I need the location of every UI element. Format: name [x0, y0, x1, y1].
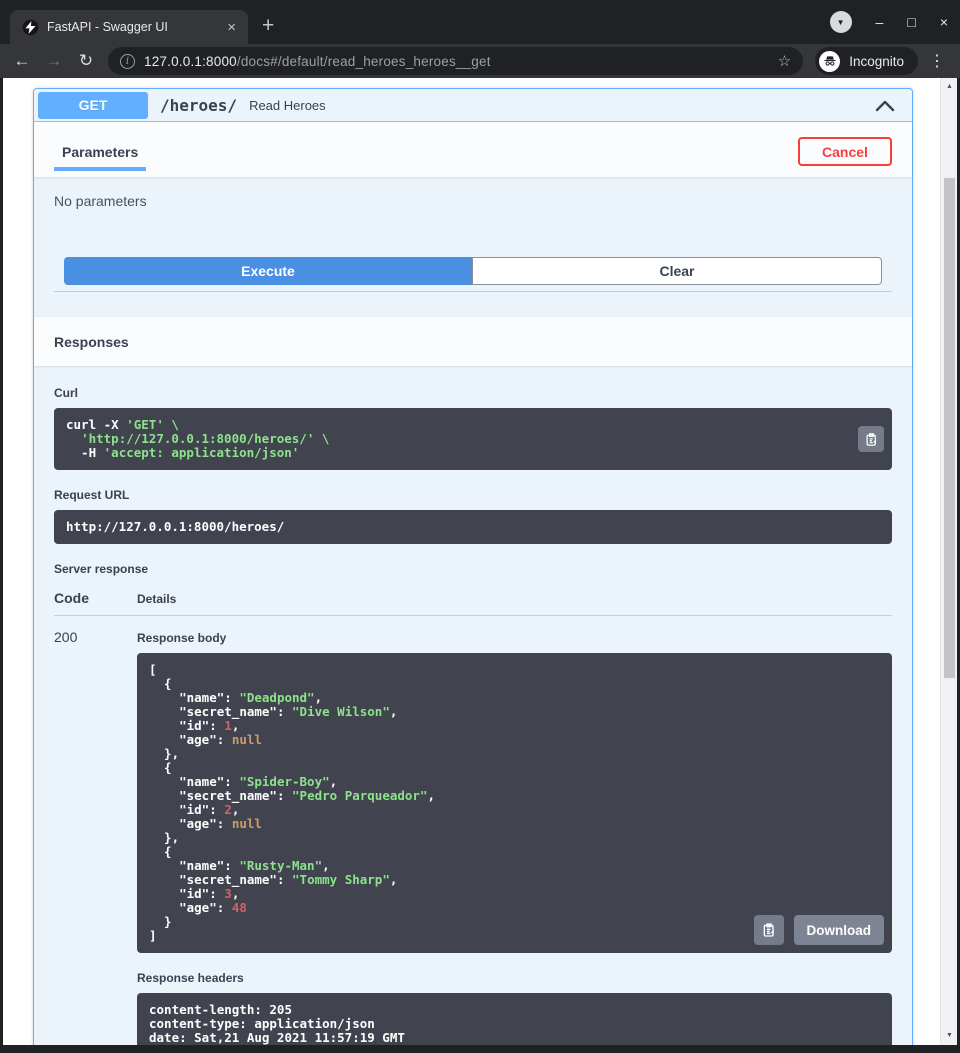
execute-section-divider	[54, 285, 892, 292]
responses-header: Responses	[34, 317, 912, 366]
tab-bar: FastAPI - Swagger UI × + ▼ – □ ×	[0, 0, 960, 44]
tab-search-button[interactable]: ▼	[830, 11, 852, 33]
clear-button[interactable]: Clear	[472, 257, 882, 285]
maximize-button[interactable]: □	[907, 14, 915, 30]
tab-parameters[interactable]: Parameters	[54, 144, 146, 171]
url-text: 127.0.0.1:8000/docs#/default/read_heroes…	[144, 54, 769, 69]
opblock-header[interactable]: GET /heroes/ Read Heroes	[34, 89, 912, 122]
request-url-label: Request URL	[54, 488, 892, 502]
forward-button[interactable]: →	[40, 51, 68, 71]
response-body-block: [ { "name": "Deadpond", "secret_name": "…	[137, 653, 892, 953]
response-details: Response body [ { "name": "Deadpond", "s…	[137, 629, 892, 1045]
operation-path: /heroes/	[160, 96, 237, 115]
response-headers-label: Response headers	[137, 971, 892, 985]
response-headers-code: content-length: 205 content-type: applic…	[149, 1003, 880, 1045]
request-url-block: http://127.0.0.1:8000/heroes/	[54, 510, 892, 544]
execute-row: Execute Clear	[64, 257, 882, 285]
method-badge: GET	[38, 92, 148, 119]
response-row: 200 Response body [ { "name": "Deadpond"…	[54, 616, 892, 1045]
bookmark-star-icon[interactable]: ☆	[778, 52, 791, 70]
new-tab-button[interactable]: +	[262, 14, 274, 38]
incognito-icon	[819, 51, 840, 72]
curl-block: curl -X 'GET' \ 'http://127.0.0.1:8000/h…	[54, 408, 892, 470]
responses-inner: Curl curl -X 'GET' \ 'http://127.0.0.1:8…	[34, 366, 912, 1045]
window-controls: ▼ – □ ×	[830, 0, 948, 44]
tab-close-icon[interactable]: ×	[221, 19, 242, 36]
no-parameters-text: No parameters	[54, 193, 892, 209]
parameters-header: Parameters Cancel	[34, 122, 912, 177]
page-content: GET /heroes/ Read Heroes Parameters Canc…	[3, 78, 957, 1045]
scrollbar-thumb[interactable]	[944, 178, 955, 678]
curl-code: curl -X 'GET' \ 'http://127.0.0.1:8000/h…	[66, 418, 880, 460]
site-info-icon[interactable]: i	[120, 54, 135, 69]
close-button[interactable]: ×	[940, 14, 948, 30]
browser-toolbar: ← → ↻ i 127.0.0.1:8000/docs#/default/rea…	[0, 44, 960, 78]
url-bar[interactable]: i 127.0.0.1:8000/docs#/default/read_hero…	[108, 47, 803, 75]
response-body-label: Response body	[137, 631, 892, 645]
response-body-code: [ { "name": "Deadpond", "secret_name": "…	[149, 663, 880, 943]
collapse-chevron-up-icon[interactable]	[870, 94, 900, 116]
url-host: 127.0.0.1:8000	[144, 54, 237, 69]
opblock-get-heroes: GET /heroes/ Read Heroes Parameters Canc…	[33, 88, 913, 1045]
response-body-actions: Download	[754, 915, 885, 945]
code-column-header: Code	[54, 590, 137, 606]
back-button[interactable]: ←	[8, 51, 36, 71]
cancel-button[interactable]: Cancel	[798, 137, 892, 166]
server-response-label: Server response	[54, 562, 892, 576]
request-url-value: http://127.0.0.1:8000/heroes/	[66, 520, 880, 534]
reload-button[interactable]: ↻	[72, 51, 100, 71]
response-table-header: Code Details	[54, 590, 892, 616]
browser-tab[interactable]: FastAPI - Swagger UI ×	[10, 10, 248, 44]
scrollbar-up-arrow[interactable]: ▲	[941, 80, 957, 94]
incognito-badge: Incognito	[815, 47, 918, 75]
menu-kebab-icon[interactable]: ⋮	[922, 51, 952, 71]
fastapi-logo-icon	[22, 19, 39, 36]
status-code: 200	[54, 629, 137, 1045]
response-headers-block: content-length: 205 content-type: applic…	[137, 993, 892, 1045]
curl-label: Curl	[54, 386, 892, 400]
details-column-header: Details	[137, 592, 176, 606]
execute-button[interactable]: Execute	[64, 257, 472, 285]
tab-title: FastAPI - Swagger UI	[47, 20, 213, 34]
browser-window: FastAPI - Swagger UI × + ▼ – □ × ← → ↻ i…	[0, 0, 960, 1053]
download-button[interactable]: Download	[794, 915, 885, 945]
minimize-button[interactable]: –	[876, 14, 884, 30]
copy-curl-button[interactable]	[858, 426, 884, 452]
operation-summary: Read Heroes	[249, 98, 326, 113]
scrollbar[interactable]: ▲ ▼	[940, 78, 957, 1045]
incognito-label: Incognito	[849, 54, 904, 69]
url-path: /docs#/default/read_heroes_heroes__get	[237, 54, 491, 69]
spacer	[34, 292, 912, 317]
parameters-body: No parameters Execute Clear	[34, 177, 912, 292]
chevron-down-icon: ▼	[837, 18, 845, 27]
scrollbar-down-arrow[interactable]: ▼	[941, 1029, 957, 1043]
copy-response-button[interactable]	[754, 915, 784, 945]
responses-title: Responses	[54, 334, 129, 350]
